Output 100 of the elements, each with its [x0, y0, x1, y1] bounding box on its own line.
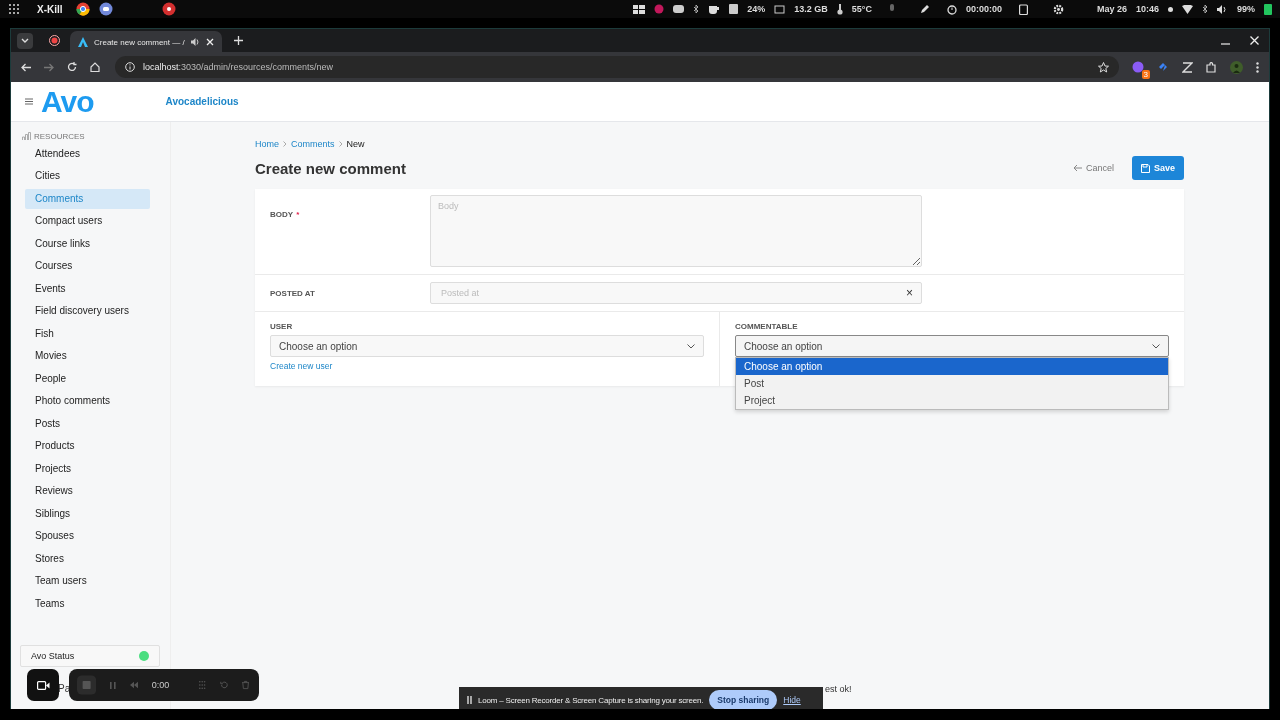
chevron-icon — [283, 141, 287, 147]
reload-icon[interactable] — [67, 62, 77, 72]
arrow-left-icon — [1072, 164, 1082, 172]
sidebar-item[interactable]: Spouses — [25, 526, 150, 546]
extension-icon[interactable] — [1132, 61, 1144, 73]
hide-link[interactable]: Hide — [783, 695, 801, 705]
settings-icon[interactable] — [1052, 3, 1064, 15]
forward-arrow-icon[interactable] — [44, 62, 54, 72]
breadcrumb-link[interactable]: Comments — [291, 139, 335, 149]
sidebar-item[interactable]: Photo comments — [25, 391, 150, 411]
chevron-down-icon — [1152, 343, 1160, 349]
stopwatch-icon — [946, 3, 957, 15]
user-select[interactable]: Choose an option — [270, 335, 704, 357]
star-icon[interactable] — [1098, 61, 1109, 73]
memory-chip-icon — [774, 4, 786, 14]
required-mark: * — [296, 210, 300, 219]
sidebar-item[interactable]: Field discovery users — [25, 301, 150, 321]
restart-icon[interactable] — [219, 680, 228, 690]
recording-time: 0:00 — [151, 680, 170, 690]
create-user-link[interactable]: Create new user — [270, 361, 704, 371]
address-bar[interactable]: localhost:3030/admin/resources/comments/new — [115, 56, 1119, 78]
sidebar-item[interactable]: Course links — [25, 233, 150, 254]
sidebar-item[interactable]: Fish — [25, 323, 150, 344]
microphone-icon[interactable] — [888, 4, 895, 14]
menu-icon[interactable] — [25, 98, 33, 105]
new-tab-icon[interactable] — [233, 36, 243, 45]
sidebar-item[interactable]: Events — [25, 278, 150, 299]
close-icon[interactable] — [1250, 36, 1259, 45]
sidebar-item[interactable]: Teams — [25, 593, 150, 614]
chart-icon — [22, 132, 31, 140]
status-card[interactable]: Avo Status — [20, 645, 160, 667]
commentable-select[interactable]: Choose an option — [735, 335, 1169, 357]
disk-usage: 24% — [747, 4, 766, 14]
z-extension-icon[interactable] — [1182, 61, 1193, 73]
field-label: POSTED AT — [270, 288, 315, 298]
back-arrow-icon[interactable] — [21, 62, 31, 72]
dropdown-option[interactable]: Choose an option — [736, 358, 1168, 375]
camera-button[interactable] — [27, 669, 59, 701]
status-label: Avo Status — [31, 651, 75, 661]
sidebar-item[interactable]: Reviews — [25, 481, 150, 501]
speaker-icon[interactable] — [190, 38, 200, 46]
caret-icon — [21, 37, 29, 44]
sidebar-item[interactable]: Cities — [25, 166, 150, 186]
camera-icon — [36, 680, 50, 690]
sidebar-item[interactable]: Posts — [25, 413, 150, 434]
breadcrumb-link[interactable]: New — [346, 139, 365, 149]
field-label: BODY — [270, 210, 294, 219]
stop-sharing-button[interactable]: Stop sharing — [709, 690, 778, 709]
extension-icon[interactable] — [1157, 61, 1169, 73]
bluetooth-icon[interactable] — [1202, 4, 1208, 14]
sidebar-item[interactable]: Products — [25, 436, 150, 456]
date-input-field[interactable]: Posted at × — [430, 282, 922, 304]
sidebar-item[interactable]: Movies — [25, 346, 150, 366]
sidebar-item[interactable]: Courses — [25, 256, 150, 276]
wifi-icon[interactable] — [1182, 4, 1193, 14]
thermometer-icon — [836, 3, 843, 15]
home-icon[interactable] — [90, 62, 100, 72]
browser-app-icon[interactable] — [75, 2, 90, 16]
browser-tab[interactable]: Create new comment — / — [70, 31, 222, 53]
puzzle-icon[interactable] — [1206, 61, 1217, 73]
cancel-button[interactable]: Cancel — [1072, 163, 1114, 173]
timer-label: 00:00:00 — [965, 4, 1002, 14]
footer-text: est ok! — [825, 684, 852, 694]
sidebar-item[interactable]: Compact users — [25, 211, 150, 231]
field-label: USER — [270, 322, 294, 333]
tray-app-icon[interactable] — [654, 4, 665, 14]
record-app-icon[interactable] — [161, 2, 176, 16]
info-icon[interactable] — [125, 62, 135, 72]
dropdown-option[interactable]: Project — [736, 392, 1168, 409]
bluetooth-icon[interactable] — [693, 4, 700, 14]
clear-button[interactable]: × — [906, 286, 913, 300]
more-menu-icon[interactable] — [1256, 61, 1259, 73]
tab-title: Create new comment — / — [94, 37, 185, 47]
window-tiles-icon[interactable] — [633, 4, 646, 14]
app-grid-icon[interactable] — [8, 3, 20, 15]
pencil-icon[interactable] — [919, 4, 930, 14]
sidebar-item[interactable]: Stores — [25, 548, 150, 569]
speaker-icon[interactable] — [1217, 4, 1228, 14]
temperature: 55°C — [851, 4, 872, 14]
workspace-label: X-Kill — [37, 3, 63, 15]
record-icon[interactable] — [49, 35, 60, 46]
cup-icon[interactable] — [708, 3, 721, 15]
dropdown-option[interactable]: Post — [736, 375, 1168, 392]
sidebar-item[interactable]: People — [25, 368, 150, 389]
clipboard-icon[interactable] — [1018, 3, 1028, 15]
battery-icon — [1264, 3, 1272, 15]
brand-mark-icon — [78, 37, 88, 47]
sidebar-item[interactable]: Siblings — [25, 503, 150, 524]
chat-app-icon[interactable] — [98, 2, 113, 16]
sidebar-item[interactable]: Projects — [25, 458, 150, 479]
sidebar-item[interactable]: Team users — [25, 571, 150, 591]
share-message: Loom – Screen Recorder & Screen Capture is sharing your screen. — [478, 695, 704, 705]
tab-list-button[interactable] — [17, 32, 33, 49]
breadcrumb-link[interactable]: Home — [255, 139, 279, 149]
sidebar-item[interactable]: Attendees — [25, 143, 150, 164]
section-heading: RESOURCES — [34, 131, 85, 141]
grid-dots-icon[interactable] — [199, 680, 206, 690]
dot-icon — [1168, 6, 1173, 12]
close-icon[interactable] — [205, 38, 214, 46]
save-button[interactable]: Save — [1131, 156, 1184, 180]
